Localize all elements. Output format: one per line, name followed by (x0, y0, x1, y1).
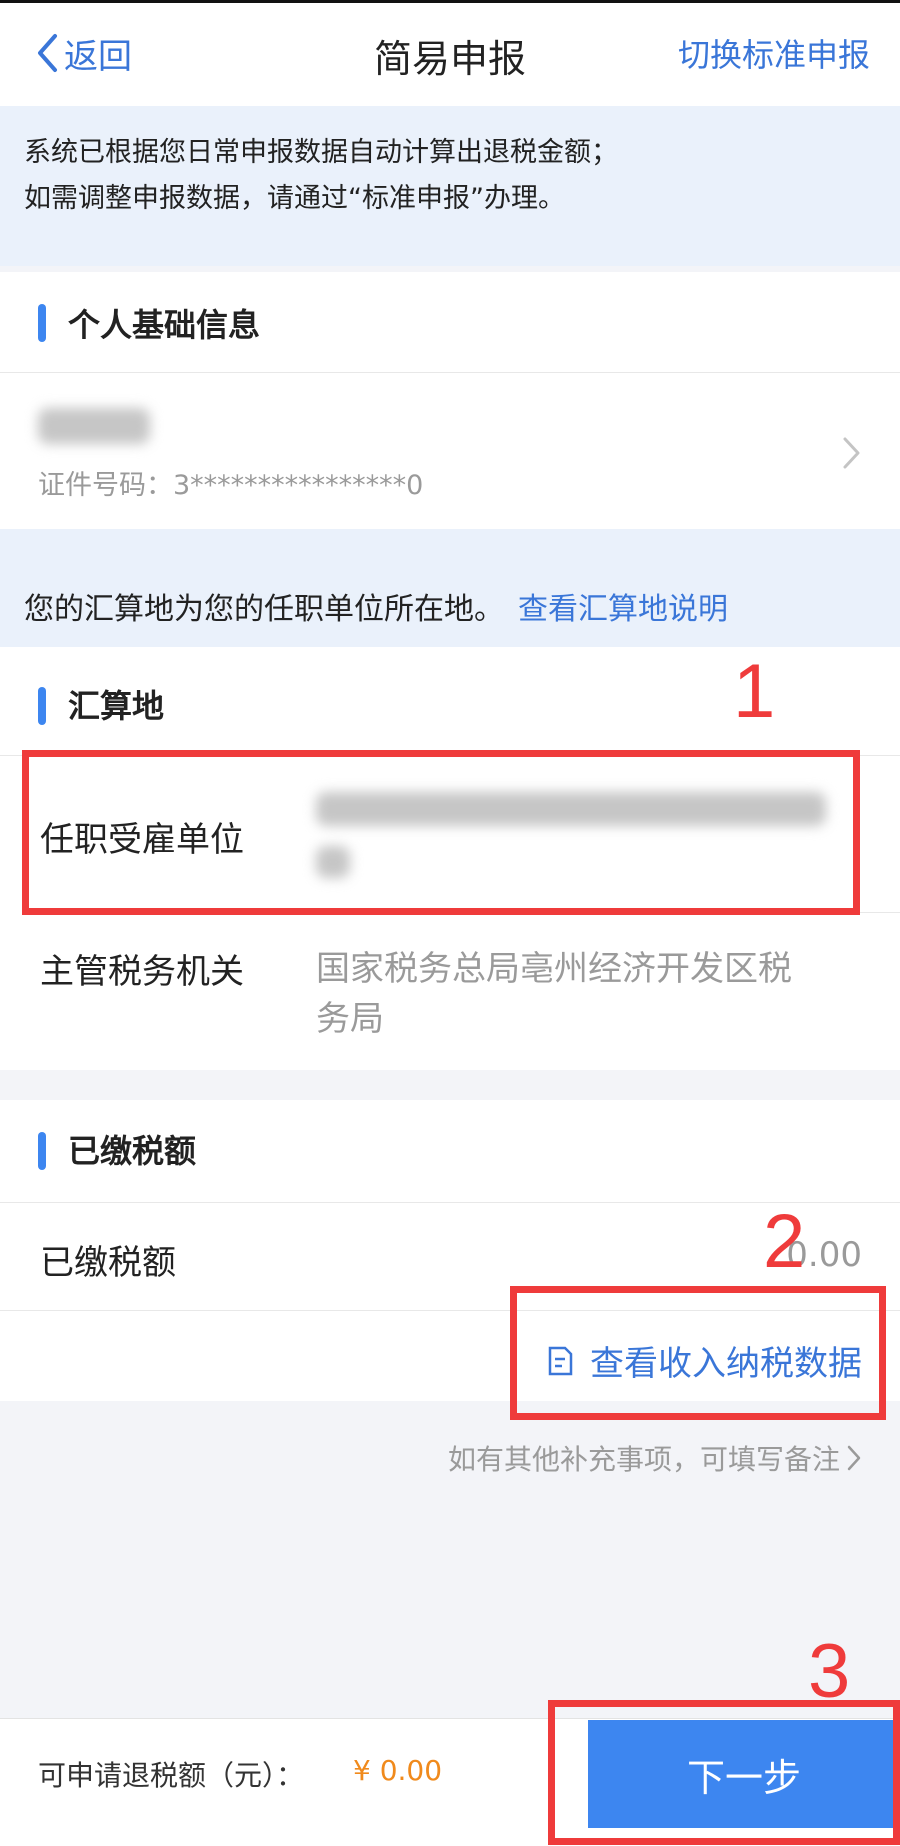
tax-office-line-1: 国家税务总局亳州经济开发区税 (316, 949, 792, 989)
refund-label: 可申请退税额（元）： (38, 1759, 305, 1792)
paid-tax-label: 已缴税额 (40, 1243, 176, 1283)
annotation-number-2: 2 (763, 1199, 806, 1284)
section-title: 已缴税额 (68, 1132, 197, 1170)
switch-standard-declaration-link[interactable]: 切换标准申报 (678, 30, 870, 76)
notice-line-1: 系统已根据您日常申报数据自动计算出退税金额； (24, 137, 618, 168)
personal-info-header: 个人基础信息 (0, 272, 900, 372)
region-notice-label: 您的汇算地为您的任职单位所在地。 (24, 592, 504, 627)
tax-office-line-2: 务局 (316, 999, 384, 1039)
region-notice-text: 您的汇算地为您的任职单位所在地。 查看汇算地说明 (24, 584, 728, 628)
section-title: 汇算地 (68, 687, 165, 725)
section-marker (38, 1132, 46, 1170)
view-region-explanation-link[interactable]: 查看汇算地说明 (518, 592, 728, 627)
notice-line-2: 如需调整申报数据，请通过“标准申报”办理。 (24, 183, 565, 214)
remark-label: 如有其他补充事项，可填写备注 (447, 1443, 840, 1476)
annotation-box-2 (510, 1286, 886, 1420)
annotation-box-3 (548, 1700, 900, 1845)
id-value: 3****************0 (173, 470, 424, 501)
refund-amount: ¥ 0.00 (353, 1754, 443, 1787)
tax-office-label: 主管税务机关 (40, 952, 244, 992)
section-title: 个人基础信息 (68, 306, 261, 344)
chevron-right-icon (843, 437, 860, 469)
section-marker (38, 304, 46, 342)
chevron-right-icon (847, 1445, 861, 1471)
annotation-box-1 (22, 750, 860, 915)
paid-tax-header: 已缴税额 (0, 1100, 900, 1202)
id-label: 证件号码： (38, 470, 173, 501)
section-marker (38, 687, 46, 725)
tax-office-value: 国家税务总局亳州经济开发区税 务局 (316, 944, 792, 1044)
id-number: 证件号码：3****************0 (38, 463, 423, 502)
blurred-name (38, 408, 150, 444)
personal-info-row[interactable] (0, 373, 900, 529)
annotation-number-1: 1 (733, 649, 776, 734)
remark-link[interactable]: 如有其他补充事项，可填写备注 (448, 1438, 862, 1478)
